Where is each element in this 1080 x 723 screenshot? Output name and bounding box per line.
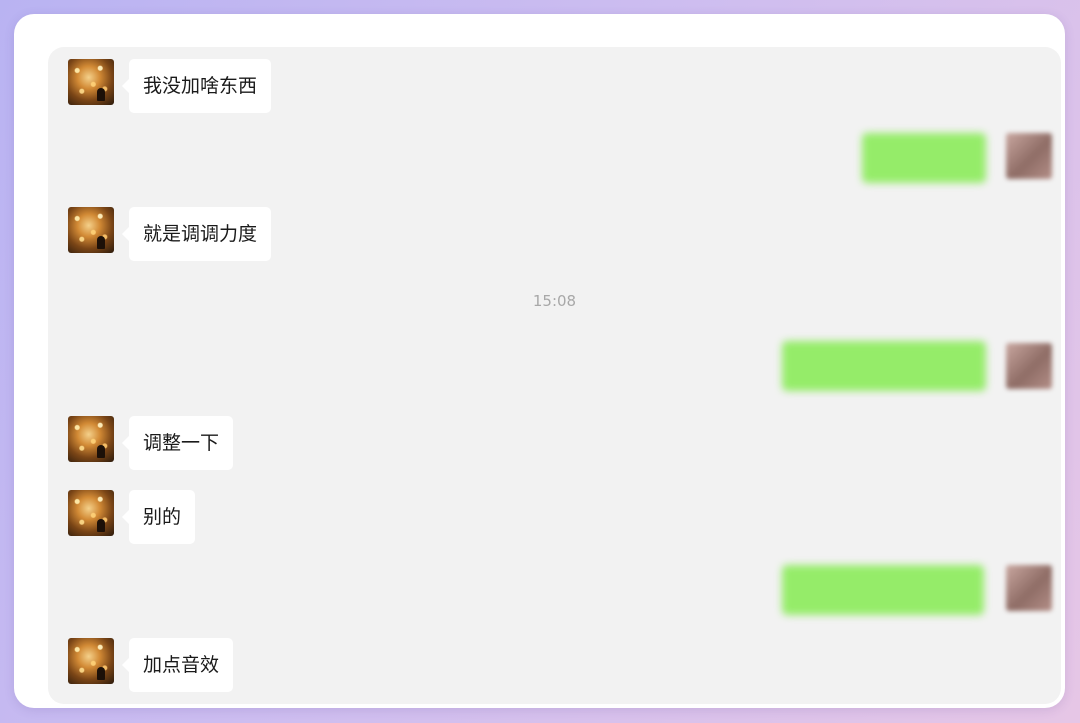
sent-message-bubble[interactable] — [862, 133, 986, 183]
friend-avatar[interactable] — [68, 59, 114, 105]
received-message-bubble[interactable]: 就是调调力度 — [121, 207, 272, 261]
message-row-received: 就是调调力度 — [68, 207, 368, 263]
friend-avatar[interactable] — [68, 207, 114, 253]
message-row-sent — [766, 561, 1061, 617]
timestamp: 15:08 — [532, 292, 577, 310]
message-row-received: 调整一下 — [68, 416, 368, 472]
self-avatar[interactable] — [1006, 133, 1052, 179]
received-message-bubble[interactable]: 别的 — [121, 490, 196, 544]
friend-avatar[interactable] — [68, 638, 114, 684]
message-row-received: 我没加啥东西 — [68, 59, 368, 115]
received-message-bubble[interactable]: 我没加啥东西 — [121, 59, 272, 113]
self-avatar[interactable] — [1006, 565, 1052, 611]
message-row-sent — [768, 339, 1061, 395]
friend-avatar[interactable] — [68, 490, 114, 536]
sent-message-bubble[interactable] — [782, 565, 984, 615]
message-row-sent — [848, 131, 1061, 187]
friend-avatar[interactable] — [68, 416, 114, 462]
sent-message-bubble[interactable] — [782, 341, 986, 391]
received-message-bubble[interactable]: 加点音效 — [121, 638, 234, 692]
self-avatar[interactable] — [1006, 343, 1052, 389]
chat-message-area[interactable]: 我没加啥东西 就是调调力度 15:08 调整一下 别的 加点音效 — [48, 47, 1061, 704]
app-window: 我没加啥东西 就是调调力度 15:08 调整一下 别的 加点音效 — [14, 14, 1065, 708]
received-message-bubble[interactable]: 调整一下 — [121, 416, 234, 470]
message-row-received: 加点音效 — [68, 638, 368, 694]
message-row-received: 别的 — [68, 490, 368, 546]
